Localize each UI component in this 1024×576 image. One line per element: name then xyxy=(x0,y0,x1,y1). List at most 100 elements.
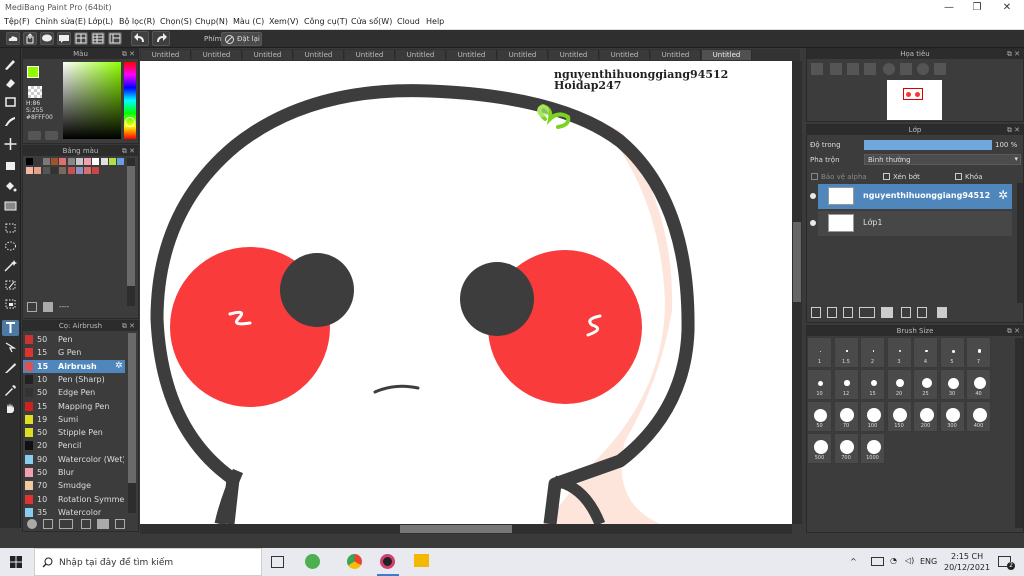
document-tab[interactable]: Untitled xyxy=(549,50,599,60)
share-icon[interactable] xyxy=(23,32,37,45)
clip-checkbox[interactable] xyxy=(883,173,890,180)
rectangle-tool-icon[interactable] xyxy=(2,94,19,110)
document-tab[interactable]: Untitled xyxy=(345,50,395,60)
palette-swatch[interactable] xyxy=(50,167,58,174)
gear-icon[interactable]: ✲ xyxy=(115,361,123,371)
battery-icon[interactable] xyxy=(871,557,884,566)
network-icon[interactable]: ◔ xyxy=(890,556,897,565)
comment-icon[interactable] xyxy=(40,32,54,45)
select-eraser-icon[interactable] xyxy=(2,296,19,312)
palette-swatch[interactable] xyxy=(42,167,50,174)
brush-size-option[interactable]: 1.5 xyxy=(833,337,859,368)
brush-size-option[interactable]: 70 xyxy=(833,401,859,432)
brush-duplicate-icon[interactable] xyxy=(115,519,125,529)
brush-scrollbar-thumb[interactable] xyxy=(128,333,136,483)
protect-alpha-checkbox[interactable] xyxy=(811,173,818,180)
eraser-tool-icon[interactable] xyxy=(2,75,19,91)
new-halftone-layer-icon[interactable] xyxy=(827,307,837,318)
palette-swatch[interactable] xyxy=(67,158,75,165)
navigator-thumbnail[interactable] xyxy=(887,80,942,120)
brush-size-option[interactable]: 1000 xyxy=(860,433,885,464)
brush-tool-icon[interactable] xyxy=(2,56,19,72)
menu-edit[interactable]: Chỉnh sửa(E) xyxy=(35,17,86,26)
chrome-icon[interactable] xyxy=(347,554,362,569)
maximize-button[interactable]: ❐ xyxy=(962,0,992,16)
brush-item[interactable]: 70 Smudge xyxy=(23,479,125,492)
document-tab[interactable]: Untitled xyxy=(447,50,497,60)
panel-menu-icon[interactable]: ⧉ ✕ xyxy=(1007,326,1020,336)
undo-button[interactable] xyxy=(131,31,149,46)
brush-size-option[interactable]: 100 xyxy=(860,401,885,432)
windows-start-icon[interactable] xyxy=(10,556,22,568)
palette-swatch[interactable] xyxy=(117,158,125,165)
delete-layer-icon[interactable] xyxy=(937,307,947,318)
palette-swatch[interactable] xyxy=(84,167,92,174)
cloud-icon[interactable] xyxy=(6,32,20,45)
brush-size-option[interactable]: 15 xyxy=(860,369,885,400)
grid-icon[interactable] xyxy=(74,32,88,45)
fit-view-icon[interactable] xyxy=(847,63,859,75)
layout-icon[interactable] xyxy=(108,32,122,45)
palette-swatch[interactable] xyxy=(100,158,108,165)
brush-size-option[interactable]: 150 xyxy=(886,401,912,432)
layer-row[interactable]: Lớp1 xyxy=(818,211,1012,236)
reset-button[interactable]: Đặt lại xyxy=(221,32,262,46)
document-tab[interactable]: Untitled xyxy=(498,50,548,60)
palette-swatch[interactable] xyxy=(26,158,33,165)
transparent-color[interactable] xyxy=(28,86,42,98)
brush-size-option[interactable]: 2 xyxy=(860,337,885,368)
brush-size-option[interactable]: 700 xyxy=(833,433,859,464)
panel-menu-icon[interactable]: ⧉ ✕ xyxy=(122,321,135,331)
document-tab[interactable]: Untitled xyxy=(192,50,242,60)
zoom-out-icon[interactable] xyxy=(830,63,842,75)
brush-item[interactable]: 50 Edge Pen xyxy=(23,386,125,399)
taskbar-date[interactable]: 20/12/2021 xyxy=(944,563,990,572)
panel-menu-icon[interactable]: ⧉ ✕ xyxy=(1007,49,1020,59)
brush-copy-icon[interactable] xyxy=(81,519,91,529)
brush-item[interactable]: 50 Blur xyxy=(23,466,125,479)
menu-tools[interactable]: Công cụ(T) xyxy=(304,17,348,26)
menu-view[interactable]: Xem(V) xyxy=(269,17,299,26)
brush-item[interactable]: 10 Pen (Sharp) xyxy=(23,373,125,386)
minimize-button[interactable]: — xyxy=(934,0,964,16)
brush-size-option[interactable]: 25 xyxy=(913,369,938,400)
brush-size-option[interactable]: 40 xyxy=(966,369,991,400)
brush-size-option[interactable]: 7 xyxy=(966,337,991,368)
document-tab[interactable]: Untitled xyxy=(702,50,752,60)
add-brush-icon[interactable] xyxy=(59,519,73,529)
add-layer-dropdown[interactable] xyxy=(859,307,875,318)
medibang-taskbar-icon[interactable] xyxy=(380,554,395,569)
brush-size-option[interactable]: 3 xyxy=(886,337,912,368)
actual-size-icon[interactable] xyxy=(864,63,876,75)
hue-slider-handle[interactable] xyxy=(125,117,135,127)
move-tool-icon[interactable] xyxy=(2,136,19,152)
new-palette-icon[interactable] xyxy=(27,302,37,312)
brush-item[interactable]: 50 Pen xyxy=(23,333,125,346)
close-button[interactable]: ✕ xyxy=(992,0,1022,16)
canvas-horizontal-scroll-thumb[interactable] xyxy=(400,525,512,533)
blend-mode-select[interactable]: Bình thường ▾ xyxy=(864,154,1021,165)
document-tab[interactable]: Untitled xyxy=(651,50,701,60)
color-swap-button[interactable] xyxy=(45,131,58,140)
hue-slider[interactable] xyxy=(124,62,136,139)
menu-cloud[interactable]: Cloud xyxy=(397,17,420,26)
palette-swatch[interactable] xyxy=(42,158,50,165)
palette-swatch[interactable] xyxy=(75,167,83,174)
brush-item[interactable]: 15 G Pen xyxy=(23,346,125,359)
menu-help[interactable]: Help xyxy=(426,17,444,26)
palette-swatch[interactable] xyxy=(50,158,58,165)
palette-swatch[interactable] xyxy=(34,167,42,174)
palette-swatch[interactable] xyxy=(59,167,67,174)
brush-item[interactable]: 10 Rotation Symmetry xyxy=(23,493,125,506)
palette-swatch[interactable] xyxy=(109,158,116,165)
brush-size-option[interactable]: 500 xyxy=(807,433,832,464)
bucket-tool-icon[interactable] xyxy=(2,178,19,194)
chevron-up-icon[interactable]: ^ xyxy=(850,557,857,566)
document-tab[interactable]: Untitled xyxy=(600,50,650,60)
taskbar-search-box[interactable]: Nhập tại đây để tìm kiếm xyxy=(34,548,262,576)
fill-rect-tool-icon[interactable] xyxy=(2,158,19,174)
brush-size-option[interactable]: 10 xyxy=(807,369,832,400)
volume-icon[interactable]: ◁) xyxy=(905,556,914,565)
document-tab[interactable]: Untitled xyxy=(396,50,446,60)
layer-visibility-toggle[interactable] xyxy=(810,220,816,226)
